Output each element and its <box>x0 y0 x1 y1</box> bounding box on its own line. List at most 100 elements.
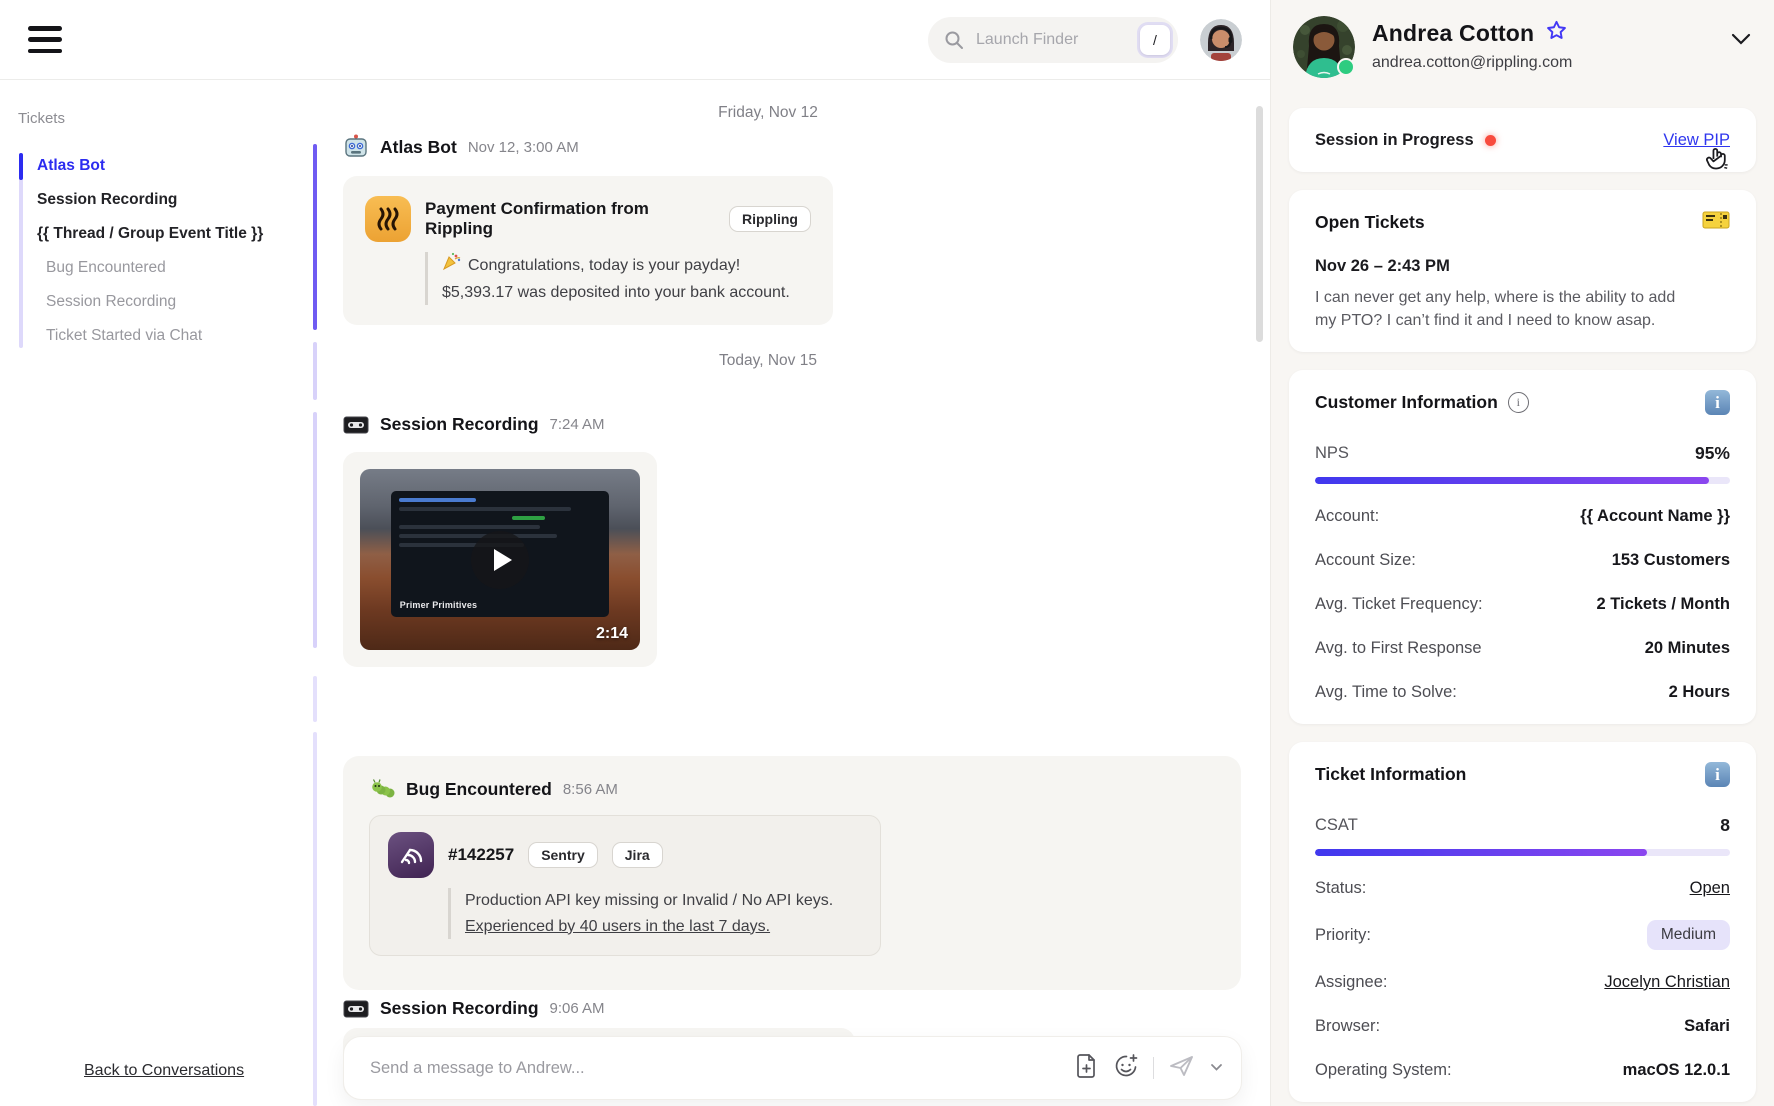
info-row-account: Account: {{ Account Name }} <box>1315 504 1730 528</box>
open-ticket-message: I can never get any help, where is the a… <box>1315 286 1693 332</box>
customer-panel: Andrea Cotton andrea.cotton@rippling.com… <box>1270 0 1774 1106</box>
sidebar-item-atlas-bot[interactable]: Atlas Bot <box>37 149 313 183</box>
info-tooltip-icon[interactable]: i <box>1508 392 1529 413</box>
send-message-icon[interactable] <box>1168 1054 1196 1083</box>
play-icon <box>494 549 512 571</box>
sentry-logo-icon <box>388 832 434 878</box>
favorite-star-icon[interactable] <box>1545 19 1568 47</box>
caterpillar-emoji-icon <box>369 778 395 800</box>
sentry-badge[interactable]: Sentry <box>528 842 598 868</box>
rippling-logo-icon <box>365 196 411 242</box>
chat-scrollbar[interactable] <box>1256 106 1263 342</box>
sidebar-item-thread-title[interactable]: {{ Thread / Group Event Title }} <box>37 217 313 251</box>
party-popper-emoji-icon <box>442 252 461 280</box>
message-time: 9:06 AM <box>550 1000 605 1017</box>
csat-value: 8 <box>1720 815 1730 836</box>
ticket-information-card: Ticket Information i CSAT 8 Status: Open… <box>1289 742 1756 1102</box>
ticket-info-title: Ticket Information <box>1315 764 1466 785</box>
play-button[interactable] <box>471 531 529 589</box>
thread-rail-segment <box>313 732 317 1106</box>
sidebar-item-bug-encountered[interactable]: Bug Encountered <box>37 251 313 285</box>
payment-confirmation-card: Payment Confirmation from Rippling Rippl… <box>343 176 833 325</box>
date-divider: Friday, Nov 12 <box>313 104 1223 122</box>
nps-label: NPS <box>1315 444 1349 463</box>
bug-line-1: Production API key missing or Invalid / … <box>465 888 862 914</box>
search-input[interactable] <box>974 30 1130 50</box>
ticket-row-browser: Browser: Safari <box>1315 1014 1730 1038</box>
experienced-by-link[interactable]: Experienced by 40 users in the last 7 da… <box>465 918 770 935</box>
assignee-link[interactable]: Jocelyn Christian <box>1604 973 1730 992</box>
thread-rail-segment <box>313 676 317 722</box>
message-composer[interactable] <box>343 1036 1242 1100</box>
message-input[interactable] <box>368 1058 1075 1079</box>
open-tickets-card: Open Tickets Nov 26 – 2:43 PM I can neve… <box>1289 190 1756 352</box>
top-navbar: / <box>0 0 1270 80</box>
video-thumbnail: Primer Primitives 2:14 <box>360 469 640 650</box>
bug-encountered-group: Bug Encountered 8:56 AM #142257 Sentry J… <box>343 756 1241 990</box>
collapse-panel-chevron-icon[interactable] <box>1730 16 1752 51</box>
slash-shortcut-key: / <box>1140 25 1170 55</box>
chat-thread: Friday, Nov 12 Atlas Bot Nov 12, 3:00 AM <box>313 80 1270 1106</box>
open-ticket-timestamp: Nov 26 – 2:43 PM <box>1315 257 1730 276</box>
sidebar-item-session-recording-2[interactable]: Session Recording <box>37 285 313 319</box>
search-icon <box>944 30 964 50</box>
info-row-time-to-solve: Avg. Time to Solve: 2 Hours <box>1315 680 1730 704</box>
online-status-dot <box>1337 58 1355 76</box>
message-header-session-recording: Session Recording 7:24 AM <box>343 414 605 435</box>
message-header-bug: Bug Encountered 8:56 AM <box>369 778 1215 800</box>
customer-info-title: Customer Information <box>1315 392 1498 413</box>
video-duration: 2:14 <box>596 625 628 643</box>
session-in-progress-card: Session in Progress View PIP <box>1289 108 1756 172</box>
message-time: 7:24 AM <box>550 416 605 433</box>
payment-line-1: Congratulations, today is your payday! <box>468 253 740 279</box>
robot-emoji-icon <box>343 134 369 160</box>
info-emoji-icon: i <box>1705 390 1730 415</box>
session-recording-card[interactable]: Primer Primitives 2:14 <box>343 452 657 667</box>
launch-finder-search[interactable]: / <box>928 17 1178 63</box>
emoji-picker-icon[interactable] <box>1113 1053 1139 1084</box>
composer-divider <box>1153 1057 1154 1079</box>
back-to-conversations-link[interactable]: Back to Conversations <box>84 1062 244 1080</box>
session-title: Session in Progress <box>1315 131 1474 150</box>
info-row-account-size: Account Size: 153 Customers <box>1315 548 1730 572</box>
csat-progress-track <box>1315 849 1730 856</box>
recording-dot-icon <box>1485 135 1496 146</box>
jira-badge[interactable]: Jira <box>612 842 663 868</box>
thread-rail-segment <box>313 144 317 330</box>
customer-email: andrea.cotton@rippling.com <box>1372 54 1572 72</box>
sidebar-section-label: Tickets <box>18 110 313 127</box>
ticket-emoji-icon <box>1702 210 1730 235</box>
rippling-badge: Rippling <box>729 206 811 232</box>
bug-card-body: Production API key missing or Invalid / … <box>448 888 862 939</box>
hamburger-menu-button[interactable] <box>28 26 62 53</box>
sidebar-item-session-recording[interactable]: Session Recording <box>37 183 313 217</box>
ticket-list: Atlas Bot Session Recording {{ Thread / … <box>19 149 313 353</box>
message-sender: Session Recording <box>380 998 539 1019</box>
sidebar-item-ticket-started[interactable]: Ticket Started via Chat <box>37 319 313 353</box>
message-sender: Session Recording <box>380 414 539 435</box>
open-tickets-title: Open Tickets <box>1315 212 1425 233</box>
message-sender: Atlas Bot <box>380 137 457 158</box>
sidebar-rail <box>19 154 23 348</box>
status-open-link[interactable]: Open <box>1690 879 1730 898</box>
thread-rail-segment <box>313 412 317 648</box>
agent-avatar[interactable] <box>1200 19 1242 61</box>
payment-card-title: Payment Confirmation from Rippling <box>425 199 715 239</box>
info-row-ticket-frequency: Avg. Ticket Frequency: 2 Tickets / Month <box>1315 592 1730 616</box>
message-header-session-recording-2: Session Recording 9:06 AM <box>343 998 605 1019</box>
sentry-issue-card: #142257 Sentry Jira Production API key m… <box>369 815 881 956</box>
mouse-cursor-artifact <box>1704 146 1730 177</box>
csat-label: CSAT <box>1315 816 1358 835</box>
ticket-row-assignee: Assignee: Jocelyn Christian <box>1315 970 1730 994</box>
send-options-chevron-icon[interactable] <box>1210 1059 1223 1077</box>
date-divider: Today, Nov 15 <box>313 352 1223 370</box>
message-time: Nov 12, 3:00 AM <box>468 139 579 156</box>
attach-file-icon[interactable] <box>1075 1053 1099 1084</box>
customer-information-card: Customer Information i i NPS 95% Account… <box>1289 370 1756 724</box>
payment-card-body: Congratulations, today is your payday! $… <box>425 252 811 305</box>
video-caption: Primer Primitives <box>400 600 477 610</box>
tickets-sidebar: Tickets Atlas Bot Session Recording {{ T… <box>0 80 313 1106</box>
csat-progress-fill <box>1315 849 1647 856</box>
customer-header: Andrea Cotton andrea.cotton@rippling.com <box>1289 14 1756 80</box>
vhs-emoji-icon <box>343 999 369 1019</box>
